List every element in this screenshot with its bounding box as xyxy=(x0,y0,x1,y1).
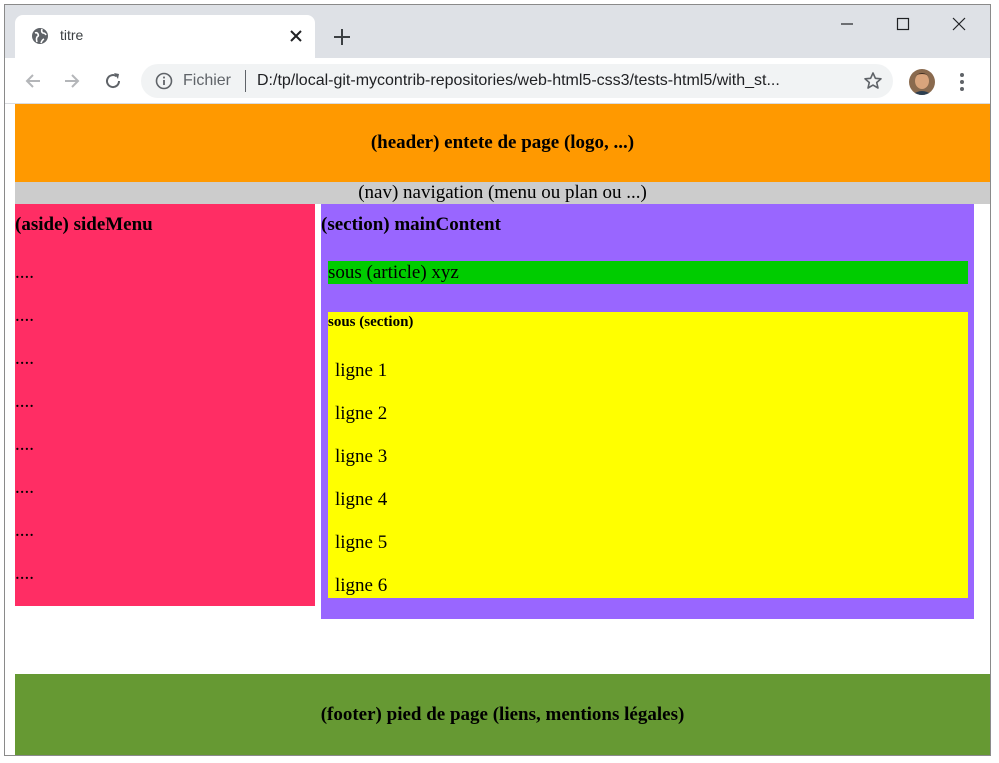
browser-tab[interactable]: titre xyxy=(15,15,315,58)
page-footer: (footer) pied de page (liens, mentions l… xyxy=(15,674,990,755)
line-item: ligne 1 xyxy=(335,360,388,381)
line-item: ligne 5 xyxy=(335,532,388,553)
file-scheme-label: Fichier xyxy=(183,72,232,89)
tab-strip: titre xyxy=(5,5,990,58)
info-icon[interactable] xyxy=(155,72,173,90)
side-menu-item: .... xyxy=(15,305,34,326)
line-item: ligne 4 xyxy=(335,489,388,510)
globe-icon xyxy=(32,28,48,44)
side-menu-item: .... xyxy=(15,520,34,541)
back-arrow-icon[interactable] xyxy=(23,71,43,91)
side-menu-item: .... xyxy=(15,477,34,498)
side-menu-list: .... .... .... .... .... .... .... .... xyxy=(15,262,34,606)
maximize-icon[interactable] xyxy=(875,5,931,45)
new-tab-icon[interactable] xyxy=(331,26,353,48)
sub-section-lines: ligne 1 ligne 2 ligne 3 ligne 4 ligne 5 … xyxy=(335,360,387,618)
side-menu-item: .... xyxy=(15,262,34,283)
line-item: ligne 3 xyxy=(335,446,388,467)
omnibox-separator xyxy=(245,70,246,92)
browser-window: titre Fichier D:/tp/local-git-mycontrib-… xyxy=(4,4,991,756)
bookmark-star-icon[interactable] xyxy=(863,71,883,91)
side-menu: (aside) sideMenu .... .... .... .... ...… xyxy=(15,204,315,606)
more-vertical-icon[interactable] xyxy=(955,72,969,92)
side-menu-title: (aside) sideMenu xyxy=(15,214,153,235)
window-close-icon[interactable] xyxy=(931,5,987,45)
reload-icon[interactable] xyxy=(103,71,123,91)
forward-arrow-icon[interactable] xyxy=(62,71,82,91)
browser-toolbar: Fichier D:/tp/local-git-mycontrib-reposi… xyxy=(5,58,990,104)
sub-article: sous (article) xyz xyxy=(328,261,968,284)
side-menu-item: .... xyxy=(15,434,34,455)
minimize-icon[interactable] xyxy=(819,5,875,45)
close-tab-icon[interactable] xyxy=(287,27,305,45)
line-item: ligne 6 xyxy=(335,575,388,596)
address-bar[interactable]: Fichier D:/tp/local-git-mycontrib-reposi… xyxy=(141,64,893,98)
url-text[interactable]: D:/tp/local-git-mycontrib-repositories/w… xyxy=(257,72,849,90)
side-menu-item: .... xyxy=(15,391,34,412)
page-nav: (nav) navigation (menu ou plan ou ...) xyxy=(15,182,990,204)
main-content-section: (section) mainContent sous (article) xyz… xyxy=(321,204,974,619)
main-content-title: (section) mainContent xyxy=(321,214,501,235)
line-item: ligne 2 xyxy=(335,403,388,424)
tab-title: titre xyxy=(60,27,84,43)
side-menu-item: .... xyxy=(15,348,34,369)
page-viewport: (header) entete de page (logo, ...) (nav… xyxy=(5,104,990,755)
side-menu-item: .... xyxy=(15,563,34,584)
sub-section-title: sous (section) xyxy=(328,314,414,330)
page-header: (header) entete de page (logo, ...) xyxy=(15,104,990,182)
profile-avatar[interactable] xyxy=(909,69,935,95)
sub-section: sous (section) ligne 1 ligne 2 ligne 3 l… xyxy=(328,312,968,598)
